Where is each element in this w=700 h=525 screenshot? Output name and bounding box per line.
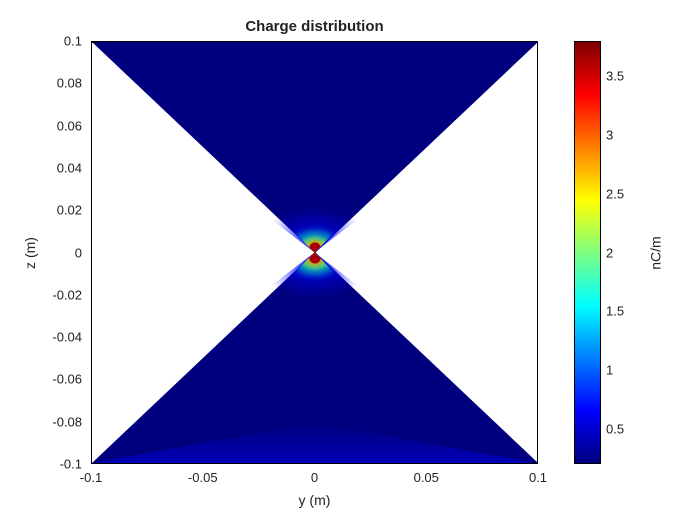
- x-axis-label: y (m): [91, 492, 538, 508]
- bowtie-top-triangle: [92, 42, 538, 253]
- x-tick: 0.05: [414, 470, 439, 485]
- x-tick: -0.05: [188, 470, 218, 485]
- colorbar-tick: 1.5: [606, 304, 624, 319]
- x-axis-ticks: -0.1 -0.05 0 0.05 0.1: [91, 470, 538, 490]
- colorbar-tick: 2.5: [606, 186, 624, 201]
- colorbar: [574, 41, 601, 464]
- y-tick: 0.08: [57, 76, 88, 91]
- y-tick: 0: [75, 245, 88, 260]
- chart-title: Charge distribution: [91, 18, 538, 35]
- x-tick: 0: [311, 470, 318, 485]
- heatmap-axes: [91, 41, 538, 464]
- y-tick: 0.06: [57, 118, 88, 133]
- colorbar-ticks: 0.5 1 1.5 2 2.5 3 3.5: [606, 41, 646, 464]
- figure: Charge distribution z (m) -0.1 -0.08 -0.…: [0, 0, 700, 525]
- colorbar-tick: 3: [606, 127, 613, 142]
- y-tick: -0.08: [52, 414, 88, 429]
- x-tick: 0.1: [529, 470, 547, 485]
- y-tick: -0.04: [52, 330, 88, 345]
- y-tick: 0.02: [57, 203, 88, 218]
- y-axis-ticks: -0.1 -0.08 -0.06 -0.04 -0.02 0 0.02 0.04…: [0, 41, 88, 464]
- y-tick: 0.04: [57, 160, 88, 175]
- bowtie-bottom-triangle: [92, 252, 538, 463]
- y-tick: 0.1: [64, 34, 88, 49]
- y-tick: -0.06: [52, 372, 88, 387]
- colorbar-tick: 0.5: [606, 421, 624, 436]
- colorbar-tick: 2: [606, 245, 613, 260]
- x-tick: -0.1: [80, 470, 102, 485]
- colorbar-label: nC/m: [646, 41, 666, 464]
- colorbar-tick: 3.5: [606, 69, 624, 84]
- y-tick: -0.02: [52, 287, 88, 302]
- colorbar-tick: 1: [606, 363, 613, 378]
